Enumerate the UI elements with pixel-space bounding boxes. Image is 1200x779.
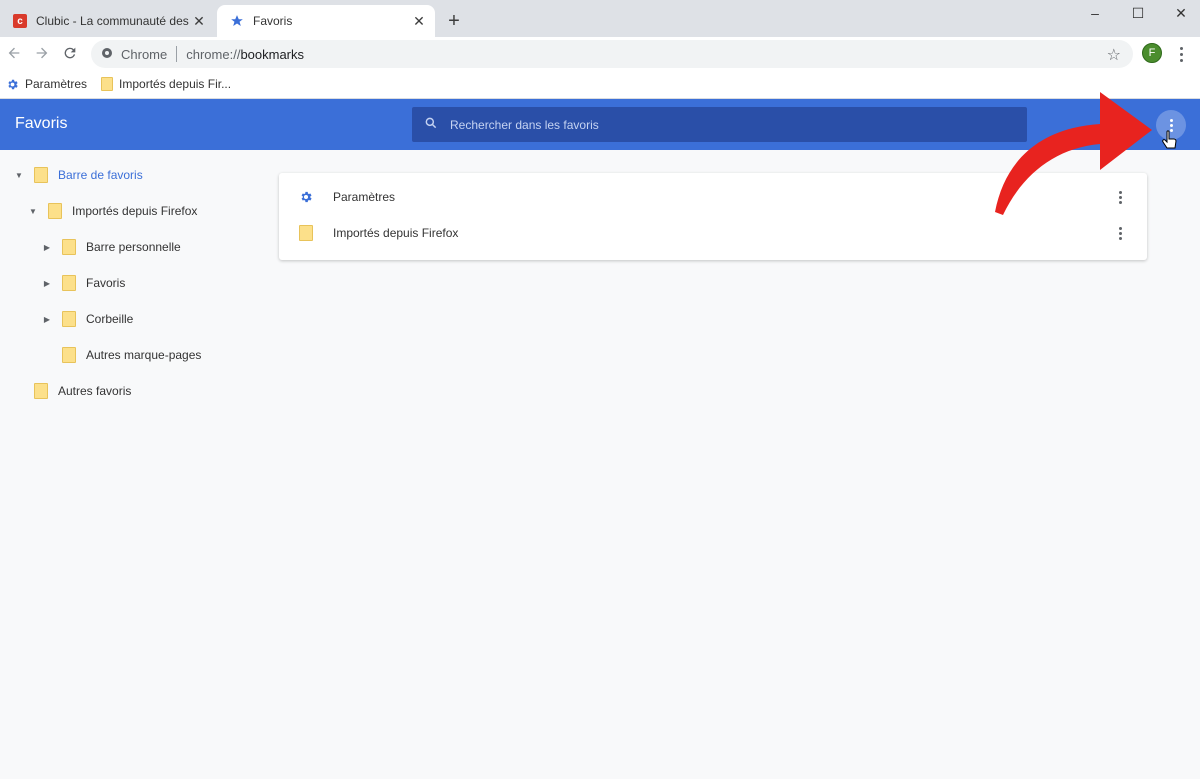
avatar[interactable]: F	[1142, 43, 1162, 63]
more-actions-icon[interactable]	[1113, 187, 1127, 207]
caret-down-icon[interactable]: ▼	[28, 207, 38, 216]
folder-icon	[34, 383, 48, 399]
list-item-label: Paramètres	[333, 190, 396, 204]
organize-menu-button[interactable]	[1156, 110, 1186, 140]
folder-icon	[62, 239, 76, 255]
caret-right-icon[interactable]: ▶	[42, 279, 52, 288]
tree-item-barre-personnelle[interactable]: ▶ Barre personnelle	[42, 229, 181, 265]
list-item-label: Importés depuis Firefox	[333, 226, 459, 240]
url-scheme: chrome://	[186, 46, 241, 62]
bookmarks-bar: Paramètres Importés depuis Fir...	[0, 70, 1200, 99]
tab-title: Favoris	[253, 14, 293, 28]
window-close-button[interactable]: ✕	[1158, 0, 1200, 26]
tree-item-barre-de-favoris[interactable]: ▼ Barre de favoris	[14, 157, 143, 193]
bookmark-label: Paramètres	[25, 77, 88, 91]
more-actions-icon[interactable]	[1113, 223, 1127, 243]
chrome-icon	[101, 47, 113, 62]
clubic-icon: c	[12, 13, 28, 29]
folder-icon	[62, 347, 76, 363]
page-title: Favoris	[15, 115, 68, 132]
tree-item-label: Corbeille	[86, 312, 134, 326]
back-icon[interactable]	[2, 41, 26, 65]
tree-item-label: Barre de favoris	[58, 168, 143, 182]
bookmark-parametres[interactable]: Paramètres	[6, 77, 87, 91]
folder-icon	[34, 167, 48, 183]
new-tab-button[interactable]: +	[443, 10, 465, 32]
folder-icon	[48, 203, 62, 219]
tree-item-importes-depuis-firefox[interactable]: ▼ Importés depuis Firefox	[28, 193, 197, 229]
toolbar: Chrome chrome:// bookmarks ☆ F	[0, 37, 1200, 70]
search-input[interactable]	[450, 117, 990, 132]
bookmark-star-icon[interactable]: ☆	[1107, 45, 1121, 65]
tree-item-favoris[interactable]: ▶ Favoris	[42, 265, 125, 301]
gear-icon	[6, 78, 19, 91]
star-icon	[229, 13, 245, 29]
chrome-chip: Chrome	[121, 46, 168, 62]
caret-right-icon[interactable]: ▶	[42, 243, 52, 252]
tree-item-label: Autres marque-pages	[86, 348, 202, 362]
search-box[interactable]	[412, 107, 1027, 142]
bookmark-importes[interactable]: Importés depuis Fir...	[101, 77, 231, 91]
chrome-menu-icon[interactable]	[1172, 44, 1190, 64]
tree-item-label: Favoris	[86, 276, 126, 290]
tree-item-label: Autres favoris	[58, 384, 132, 398]
close-icon[interactable]: ✕	[191, 13, 207, 29]
minimize-button[interactable]: –	[1072, 0, 1118, 26]
bookmarks-header: Favoris	[0, 99, 1200, 150]
folder-icon	[299, 225, 313, 241]
bookmark-label: Importés depuis Fir...	[119, 77, 232, 91]
list-item[interactable]: Paramètres	[279, 179, 1147, 215]
tree-item-autres-marque-pages[interactable]: Autres marque-pages	[62, 337, 201, 373]
tab-title: Clubic - La communauté des passionnés	[36, 14, 191, 28]
caret-right-icon[interactable]: ▶	[42, 315, 52, 324]
bookmark-list: Paramètres Importés depuis Firefox	[279, 173, 1147, 260]
tab-clubic[interactable]: c Clubic - La communauté des passionnés …	[0, 5, 215, 37]
close-icon[interactable]: ✕	[411, 13, 427, 29]
maximize-button[interactable]: ☐	[1115, 0, 1161, 26]
tree-item-label: Importés depuis Firefox	[72, 204, 198, 218]
tree-item-label: Barre personnelle	[86, 240, 181, 254]
folder-icon	[62, 275, 76, 291]
tree-item-autres-favoris[interactable]: Autres favoris	[34, 373, 131, 409]
url-host: bookmarks	[240, 46, 305, 62]
caret-down-icon[interactable]: ▼	[14, 171, 24, 180]
reload-icon[interactable]	[58, 41, 82, 65]
address-bar[interactable]: Chrome chrome:// bookmarks ☆	[91, 40, 1133, 68]
folder-icon	[62, 311, 76, 327]
list-item[interactable]: Importés depuis Firefox	[279, 215, 1147, 251]
gear-icon	[299, 190, 313, 204]
search-icon	[424, 116, 438, 133]
tree-item-corbeille[interactable]: ▶ Corbeille	[42, 301, 133, 337]
tab-strip: c Clubic - La communauté des passionnés …	[0, 0, 1200, 37]
forward-icon[interactable]	[30, 41, 54, 65]
tab-favoris[interactable]: Favoris ✕	[217, 5, 435, 37]
folder-icon	[101, 77, 114, 91]
